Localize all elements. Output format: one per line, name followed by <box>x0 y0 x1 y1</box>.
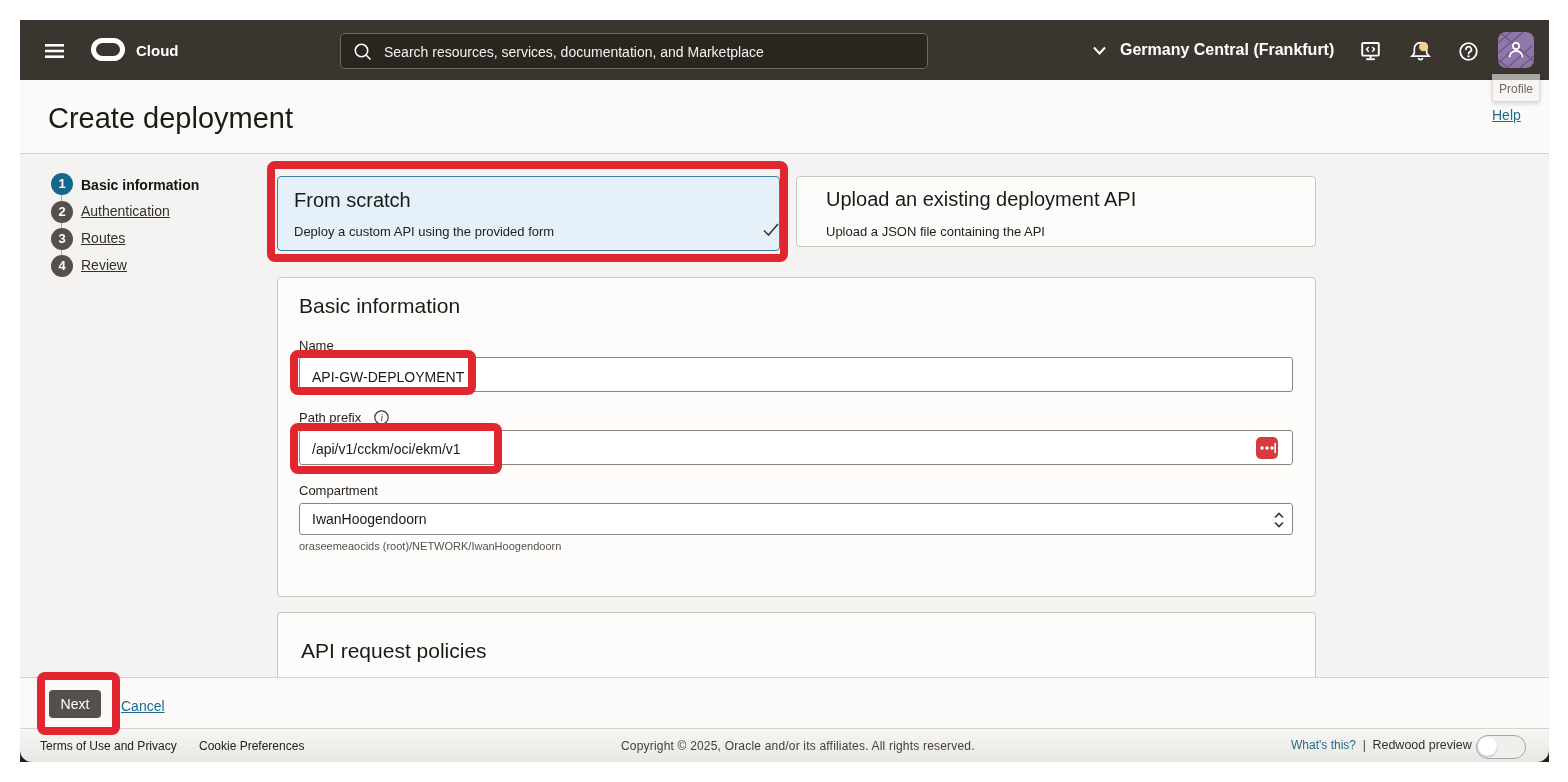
svg-text:i: i <box>381 413 384 423</box>
